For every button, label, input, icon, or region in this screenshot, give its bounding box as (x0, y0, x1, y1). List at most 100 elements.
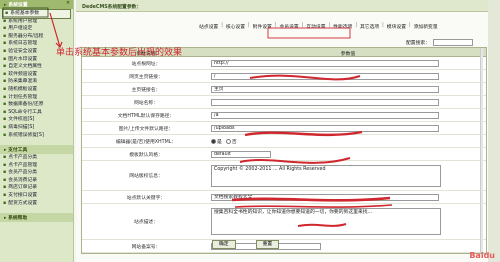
sidebar-item[interactable]: ▪ 会员消费记录 (0, 177, 73, 185)
sidebar-item[interactable]: ▪ 随机模板设置 (0, 86, 73, 94)
sidebar-item[interactable]: ▪ 点卡产品管理 (0, 162, 73, 170)
sidebar-item-label: 会员消费记录 (8, 177, 38, 183)
table-row: 站点默认关键字： 文档搜索教程大全 (82, 191, 486, 204)
sidebar-item-label: 商店订单记录 (8, 185, 38, 191)
description-textarea[interactable]: 搜集百科全书性的知识，让你知道你想要知道的一切，你要的到这里来找... (211, 208, 441, 235)
page-title: DedeCMS系统配置参数： (76, 0, 500, 12)
config-tab[interactable]: 添加新变量 (411, 23, 441, 30)
keywords-input[interactable]: 文档搜索教程大全 (211, 193, 439, 201)
homepage-link-input[interactable]: / (211, 72, 439, 80)
bullet-icon: ▪ (3, 162, 7, 168)
sidebar-item[interactable]: ▪ 防采集串混淆 (0, 78, 73, 86)
html-path-input[interactable]: /a (211, 111, 439, 119)
sidebar-item-label: 系统基本参数 (10, 11, 40, 16)
radio-yes-label: 是 (217, 139, 222, 145)
sidebar-item-label: 系统错误修复[S] (8, 132, 44, 138)
config-tabs: 站点设置 | 核心设置 | 附件设置 | 会员设置 | 互动设置 | 性能选项 | 其它选项 | 模块设置 |… (196, 23, 441, 30)
section-title: 系统设置 (8, 3, 28, 8)
sidebar-item[interactable]: ▪ 用户组设定 (0, 25, 73, 33)
bullet-icon: ▪ (3, 132, 7, 138)
radio-no[interactable]: 否 (225, 138, 237, 145)
config-search-input[interactable] (433, 39, 473, 46)
sidebar-item-label: 自定义文档属性 (8, 64, 42, 70)
bullet-icon: ▪ (3, 170, 7, 176)
config-table: 参数说明 参数值 站点根网址： http:// 网页主页链接： / 主页链接名：… (81, 47, 487, 254)
sidebar-item[interactable]: ▪ 系统错误修复[S] (0, 132, 73, 140)
bullet-icon: ▪ (5, 11, 9, 16)
bullet-icon: ▪ (3, 64, 7, 70)
config-tab[interactable]: 互动设置 (303, 23, 328, 30)
bullet-icon: ▪ (3, 193, 7, 199)
config-tab[interactable]: 站点设置 (196, 23, 221, 30)
sidebar-item[interactable]: ▪ 病毒扫描[S] (0, 124, 73, 132)
radio-no-icon (225, 138, 231, 144)
copyright-textarea[interactable]: Copyright © 2002-2011 ... All Rights Res… (211, 164, 441, 187)
sidebar-item-label: 用户组设定 (8, 26, 33, 32)
sidebar-item-label: 计划任务管理 (8, 94, 38, 100)
bullet-icon: ▪ (3, 79, 7, 85)
sidebar-section-payment-tools[interactable]: ▸ 支付工具 (0, 145, 73, 155)
table-row: 编辑器(是/否)使用XHTML： 是 否 (82, 135, 486, 148)
sidebar-item-label: 文件校验[S] (8, 117, 35, 123)
watermark: Baidu (469, 251, 495, 260)
site-name-input[interactable] (211, 98, 439, 106)
sidebar-item[interactable]: ▪ 会员产品分类 (0, 169, 73, 177)
sidebar-section-system-help[interactable]: ▸ 系统帮助 (0, 213, 73, 223)
table-row: 站点描述： 搜集百科全书性的知识，让你知道你想要知道的一切，你要的到这里来找..… (82, 204, 486, 240)
radio-yes[interactable]: 是 (211, 138, 222, 145)
section-title: 系统帮助 (8, 216, 28, 222)
sidebar-item[interactable]: ▪ 软件频道设置 (0, 71, 73, 79)
bullet-icon: ▪ (3, 200, 7, 206)
row-label: 图片/上传文件默认路径： (118, 126, 174, 132)
bullet-icon: ▪ (3, 18, 7, 24)
sidebar-item[interactable]: ▪ 自定义文档属性 (0, 63, 73, 71)
config-tab[interactable]: 模块设置 (384, 23, 409, 30)
sidebar-item[interactable]: ▪ 系统用户管理 (0, 18, 73, 26)
sidebar-item[interactable]: ▪ 服务器分布/远程 (0, 33, 73, 41)
config-tab[interactable]: 附件设置 (250, 23, 275, 30)
bullet-icon: ▪ (3, 155, 7, 161)
sidebar-section-system-settings[interactable]: ▸ 系统设置 × (0, 0, 73, 9)
sidebar-item[interactable]: ▪ 配货方式设置 (0, 200, 73, 208)
bullet-icon: ▪ (3, 124, 7, 130)
homepage-name-input[interactable]: 主页 (211, 85, 439, 93)
bullet-icon: ▪ (3, 33, 7, 39)
sidebar-item[interactable]: ▪ 文件校验[S] (0, 116, 73, 124)
config-tab[interactable]: 其它选项 (357, 23, 382, 30)
radio-no-label: 否 (231, 139, 237, 145)
header-param-value: 参数值 (340, 52, 356, 57)
confirm-button[interactable]: 确定 (212, 240, 236, 249)
bullet-icon: ▪ (3, 26, 7, 32)
right-scrollbar[interactable] (488, 0, 500, 262)
sidebar-item-label: 系统用户管理 (8, 18, 38, 24)
upload-path-input[interactable]: /uploads (211, 124, 439, 132)
template-style-input[interactable]: default (211, 150, 271, 158)
bullet-icon: ▪ (3, 86, 7, 92)
sidebar-item-label: 防采集串混淆 (8, 79, 38, 85)
collapse-icon: ▸ (4, 3, 7, 8)
table-row: 图片/上传文件默认路径： /uploads (82, 122, 486, 135)
row-label: 站点默认关键字： (126, 195, 166, 201)
config-tab[interactable]: 会员设置 (276, 23, 301, 30)
config-tab[interactable]: 性能选项 (330, 23, 355, 30)
config-tab[interactable]: 核心设置 (223, 23, 248, 30)
table-row: 网页主页链接： / (82, 70, 486, 83)
sidebar-item[interactable]: ▪ SQL命令行工具 (0, 109, 73, 117)
sidebar-item-label: 软件频道设置 (8, 71, 38, 77)
sidebar-item[interactable]: ▪ 点卡产品分类 (0, 154, 73, 162)
table-scrollbar[interactable] (480, 48, 483, 253)
sidebar-item[interactable]: ▪ 计划任务管理 (0, 94, 73, 102)
close-icon[interactable]: × (66, 1, 70, 6)
site-url-input[interactable]: http:// (211, 59, 439, 67)
row-label: 站点描述： (134, 220, 158, 225)
table-row: 模板默认风格： default (82, 148, 486, 161)
bullet-icon: ▪ (3, 109, 7, 115)
sidebar-item[interactable]: ▪ 商店订单记录 (0, 184, 73, 192)
sidebar-item[interactable]: ▪ 支付接口设置 (0, 192, 73, 200)
bullet-icon: ▪ (3, 56, 7, 62)
sidebar-item[interactable]: ▪ 数据库备份/还原 (0, 101, 73, 109)
sidebar-item-label: 点卡产品分类 (8, 155, 38, 161)
bullet-icon: ▪ (3, 71, 7, 77)
sidebar-item[interactable]: ▪ 系统基本参数 (2, 9, 71, 19)
reset-button[interactable]: 重置 (255, 240, 280, 249)
